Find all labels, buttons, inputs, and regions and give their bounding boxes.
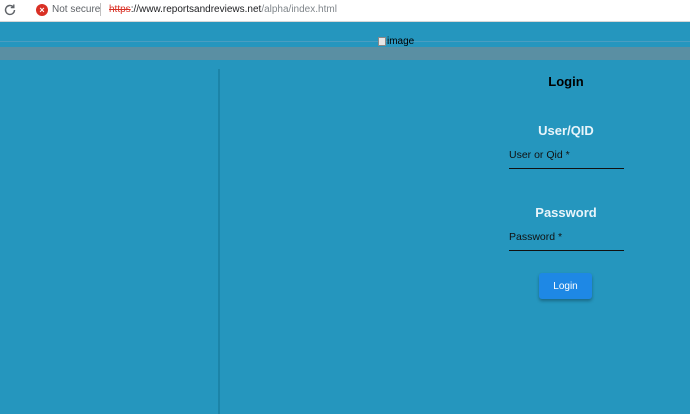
- broken-image-icon: [378, 37, 386, 46]
- column-divider: [218, 69, 220, 414]
- url-host: ://www.reportsandreviews.net: [130, 4, 262, 15]
- security-status[interactable]: Not secure: [52, 4, 100, 15]
- url-path: /alpha/index.html: [261, 4, 337, 15]
- password-field[interactable]: Password *: [509, 230, 624, 251]
- password-section-label: Password: [535, 205, 597, 220]
- user-qid-field[interactable]: User or Qid *: [509, 148, 624, 169]
- login-title: Login: [548, 74, 584, 89]
- warning-circle-icon[interactable]: ×: [36, 4, 48, 16]
- reload-icon[interactable]: [3, 3, 17, 17]
- url-separator: [100, 3, 101, 16]
- header-rule: [0, 41, 690, 42]
- browser-address-bar: × Not secure https://www.reportsandrevie…: [0, 0, 690, 22]
- page-header: [0, 22, 690, 47]
- password-placeholder: Password *: [509, 231, 563, 243]
- header-strip: [0, 47, 690, 60]
- login-button[interactable]: Login: [539, 273, 592, 299]
- user-qid-placeholder: User or Qid *: [509, 149, 570, 161]
- url-field[interactable]: https://www.reportsandreviews.net/alpha/…: [109, 4, 337, 15]
- url-scheme: https: [109, 4, 131, 15]
- header-image-alt: image: [387, 36, 415, 47]
- user-section-label: User/QID: [538, 123, 594, 138]
- header-image: image: [378, 36, 414, 47]
